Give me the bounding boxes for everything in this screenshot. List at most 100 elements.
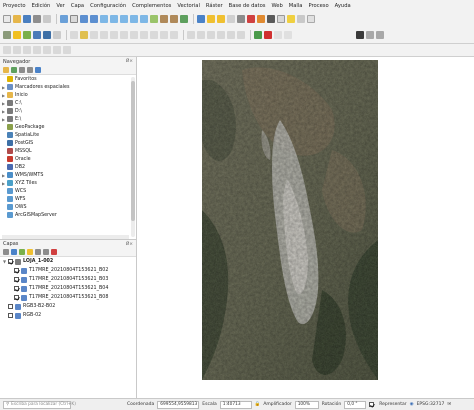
expand-all-icon[interactable]: [35, 249, 41, 255]
crs-button[interactable]: EPSG:32717: [417, 402, 445, 407]
delete-selected-icon[interactable]: [120, 31, 128, 39]
menu-ver[interactable]: Ver: [56, 3, 64, 9]
menu-vectorial[interactable]: Vectorial: [177, 3, 200, 9]
show-hide-labels-icon[interactable]: [207, 31, 215, 39]
browser-item[interactable]: Oracle: [0, 155, 136, 163]
browser-panel-close-button[interactable]: Ø×: [126, 59, 133, 64]
cut-features-icon[interactable]: [130, 31, 138, 39]
save-as-icon[interactable]: [33, 15, 41, 23]
layer-visibility-checkbox[interactable]: [14, 268, 19, 273]
rotate-feature-icon[interactable]: [13, 46, 21, 54]
browser-item[interactable]: WFS: [0, 195, 136, 203]
zoom-last-icon[interactable]: [130, 15, 138, 23]
layers-panel-close-button[interactable]: Ø×: [126, 242, 133, 247]
new-map-view-icon[interactable]: [150, 15, 158, 23]
zoom-next-icon[interactable]: [140, 15, 148, 23]
new-geopackage-icon[interactable]: [13, 31, 21, 39]
paste-features-icon[interactable]: [150, 31, 158, 39]
toolbox-icon[interactable]: [257, 15, 265, 23]
undo-icon[interactable]: [160, 31, 168, 39]
zoom-in-icon[interactable]: [80, 15, 88, 23]
select-features-icon[interactable]: [207, 15, 215, 23]
open-project-icon[interactable]: [13, 15, 21, 23]
menu-proyecto[interactable]: Proyecto: [3, 3, 26, 9]
layer-visibility-checkbox[interactable]: [14, 295, 19, 300]
advanced-digitize-icon[interactable]: [3, 46, 11, 54]
browser-item[interactable]: OWS: [0, 203, 136, 211]
properties-icon[interactable]: [35, 67, 41, 73]
layer-visibility-checkbox[interactable]: [8, 259, 13, 264]
remove-layer-icon[interactable]: [51, 249, 57, 255]
layer-item[interactable]: T17MRE_20210804T153621_B03: [0, 275, 136, 284]
menu-raster[interactable]: Ráster: [206, 3, 223, 9]
filter-icon[interactable]: [19, 67, 25, 73]
new-virtual-layer-icon[interactable]: [43, 31, 51, 39]
browser-item[interactable]: GeoPackage: [0, 123, 136, 131]
browser-scrollbar[interactable]: [131, 77, 135, 237]
zoom-full-icon[interactable]: [100, 15, 108, 23]
print-layout-icon[interactable]: [43, 15, 51, 23]
layer-styling-icon[interactable]: [3, 249, 9, 255]
rotate-label-icon[interactable]: [227, 31, 235, 39]
plugin-icon[interactable]: [366, 31, 374, 39]
browser-item[interactable]: WCS: [0, 187, 136, 195]
menu-malla[interactable]: Malla: [289, 3, 303, 9]
browser-item[interactable]: DB2: [0, 163, 136, 171]
coordinate-field[interactable]: 699554,9559813: [157, 400, 200, 409]
layer-item[interactable]: T17MRE_20210804T153621_B08: [0, 293, 136, 302]
refresh-icon[interactable]: [11, 67, 17, 73]
scrollbar-thumb[interactable]: [131, 81, 135, 221]
python-console-icon[interactable]: [356, 31, 364, 39]
magnifier-field[interactable]: 100%: [294, 400, 319, 409]
browser-item[interactable]: ▶ E:\: [0, 115, 136, 123]
attribute-table-icon[interactable]: [237, 15, 245, 23]
layer-item[interactable]: RGB3-B2-B02: [0, 302, 136, 311]
new-spatialite-icon[interactable]: [33, 31, 41, 39]
scale-field[interactable]: 1:40713: [219, 400, 252, 409]
browser-item[interactable]: ArcGISMapServer: [0, 211, 136, 219]
annotations-dropdown-icon[interactable]: [307, 15, 315, 23]
plugin-icon[interactable]: [274, 31, 282, 39]
zoom-to-layer-icon[interactable]: [110, 15, 118, 23]
pan-to-selection-icon[interactable]: [70, 15, 78, 23]
browser-item[interactable]: MSSQL: [0, 147, 136, 155]
show-bookmarks-icon[interactable]: [170, 15, 178, 23]
plugin-green-icon[interactable]: [254, 31, 262, 39]
plugin-icon[interactable]: [376, 31, 384, 39]
browser-item[interactable]: ▶ C:\: [0, 99, 136, 107]
collapse-all-icon[interactable]: [43, 249, 49, 255]
layer-item[interactable]: RGB-02: [0, 311, 136, 320]
browser-item[interactable]: ▶ D:\: [0, 107, 136, 115]
plugin-red-icon[interactable]: [264, 31, 272, 39]
menu-ayuda[interactable]: Ayuda: [335, 3, 351, 9]
deselect-icon[interactable]: [227, 15, 235, 23]
fill-ring-icon[interactable]: [53, 46, 61, 54]
menu-proceso[interactable]: Proceso: [308, 3, 328, 9]
move-label-icon[interactable]: [217, 31, 225, 39]
browser-item[interactable]: ▶ WMS/WMTS: [0, 171, 136, 179]
render-checkbox[interactable]: [369, 402, 375, 407]
new-temporary-layer-icon[interactable]: [53, 31, 61, 39]
map-canvas[interactable]: [138, 57, 474, 398]
add-part-icon[interactable]: [43, 46, 51, 54]
menu-capa[interactable]: Capa: [71, 3, 84, 9]
statistics-icon[interactable]: [267, 15, 275, 23]
pan-icon[interactable]: [60, 15, 68, 23]
refresh-icon[interactable]: [180, 15, 188, 23]
add-selected-layers-icon[interactable]: [3, 67, 9, 73]
layer-visibility-checkbox[interactable]: [14, 277, 19, 282]
add-group-icon[interactable]: [11, 249, 17, 255]
field-calculator-icon[interactable]: [247, 15, 255, 23]
rotation-field[interactable]: 0,0 °: [344, 400, 367, 409]
locator-bar[interactable]: ⚲ Escriba para localizar (Ctrl+K): [3, 400, 76, 409]
layer-item[interactable]: ▼ LOJA_1-002: [0, 257, 136, 266]
browser-item[interactable]: PostGIS: [0, 139, 136, 147]
delete-ring-icon[interactable]: [63, 46, 71, 54]
toggle-editing-icon[interactable]: [80, 31, 88, 39]
collapse-all-icon[interactable]: [27, 67, 33, 73]
new-project-icon[interactable]: [3, 15, 11, 23]
browser-item[interactable]: ▶ XYZ Tiles: [0, 179, 136, 187]
label-tool-icon[interactable]: [187, 31, 195, 39]
layer-visibility-checkbox[interactable]: [8, 313, 13, 318]
menu-web[interactable]: Web: [271, 3, 282, 9]
